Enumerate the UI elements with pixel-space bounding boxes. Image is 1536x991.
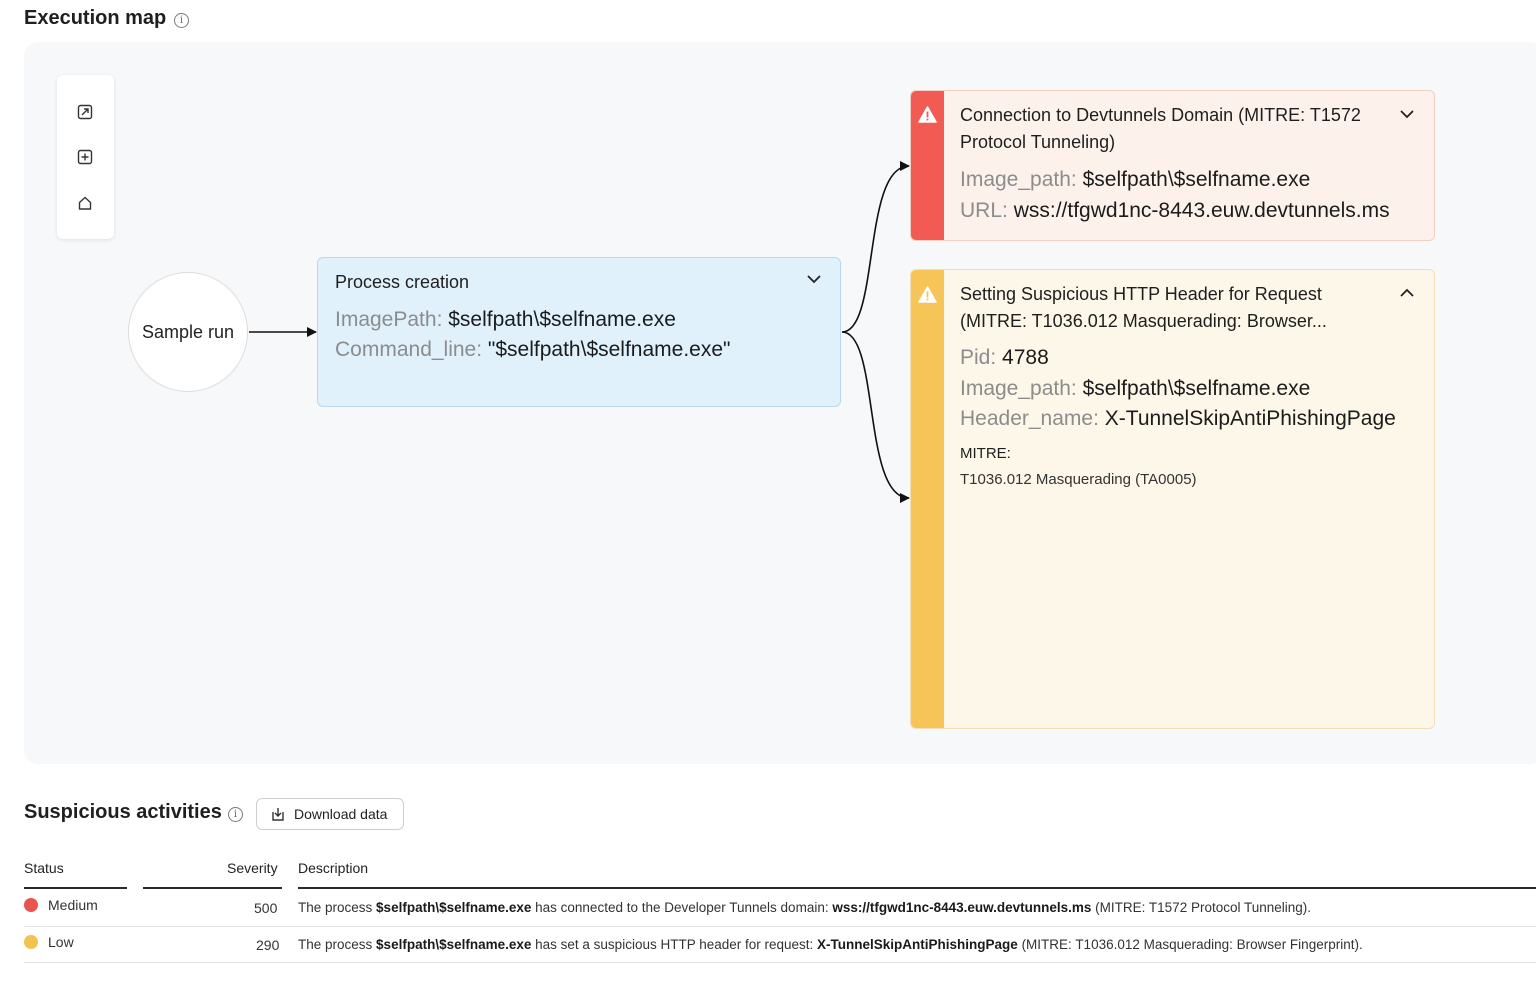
alert-field-pid: Pid: 4788 <box>960 346 1049 369</box>
download-icon <box>272 808 284 821</box>
download-data-label: Download data <box>294 806 388 822</box>
column-header-description[interactable]: Description <box>298 860 368 876</box>
process-field-imagepath: ImagePath: $selfpath\$selfname.exe <box>335 308 676 331</box>
chevron-down-icon[interactable] <box>807 274 821 284</box>
severity-stripe-low <box>911 270 944 728</box>
column-underline <box>24 887 127 889</box>
alert-field-header-name: Header_name: X-TunnelSkipAntiPhishingPag… <box>960 407 1396 430</box>
row-divider <box>24 962 1536 963</box>
column-header-severity[interactable]: Severity <box>227 860 278 876</box>
alert-field-image-path: Image_path: $selfpath\$selfname.exe <box>960 168 1311 191</box>
medium-status-icon <box>24 898 38 912</box>
alert-title: Connection to Devtunnels Domain (MITRE: … <box>960 105 1361 152</box>
low-status-icon <box>24 935 38 949</box>
zoom-in-icon[interactable] <box>75 147 95 167</box>
description-cell: The process $selfpath\$selfname.exe has … <box>298 900 1312 915</box>
column-underline <box>298 887 1536 889</box>
mitre-technique: T1036.012 Masquerading (TA0005) <box>960 471 1197 488</box>
alert-field-url: URL: wss://tfgwd1nc-8443.euw.devtunnels.… <box>960 199 1390 222</box>
map-toolbar <box>57 75 114 239</box>
info-icon[interactable]: i <box>228 807 243 822</box>
table-row[interactable]: Low 290 The process $selfpath\$selfname.… <box>24 927 1536 963</box>
description-cell: The process $selfpath\$selfname.exe has … <box>298 937 1363 952</box>
edge-process-to-alert-red <box>841 161 910 333</box>
download-data-button[interactable]: Download data <box>256 798 404 830</box>
process-creation-card[interactable]: Process creation ImagePath: $selfpath\$s… <box>317 257 841 407</box>
alert-card-devtunnels[interactable]: Connection to Devtunnels Domain (MITRE: … <box>910 90 1435 241</box>
fit-view-icon[interactable] <box>75 102 95 122</box>
edge-process-to-alert-yellow <box>841 331 910 503</box>
process-card-title: Process creation <box>335 272 470 292</box>
process-field-command-line: Command_line: "$selfpath\$selfname.exe" <box>335 338 731 361</box>
home-icon[interactable] <box>75 193 95 213</box>
severity-cell: 500 <box>254 900 278 916</box>
status-cell: Medium <box>48 897 98 913</box>
suspicious-activities-title: Suspicious activities <box>24 801 222 823</box>
alert-field-image-path: Image_path: $selfpath\$selfname.exe <box>960 377 1311 400</box>
alert-title: Setting Suspicious HTTP Header for Reque… <box>960 284 1327 331</box>
warning-icon <box>918 286 937 303</box>
severity-cell: 290 <box>256 937 280 953</box>
chevron-down-icon[interactable] <box>1400 109 1414 119</box>
mitre-label: MITRE: <box>960 445 1011 462</box>
table-row[interactable]: Medium 500 The process $selfpath\$selfna… <box>24 890 1536 926</box>
status-cell: Low <box>48 934 74 950</box>
warning-icon <box>918 106 937 123</box>
sample-run-label: Sample run <box>141 321 235 342</box>
sample-run-node[interactable]: Sample run <box>128 272 248 392</box>
alert-card-http-header[interactable]: Setting Suspicious HTTP Header for Reque… <box>910 269 1435 729</box>
column-header-status[interactable]: Status <box>24 860 64 876</box>
chevron-up-icon[interactable] <box>1400 288 1414 298</box>
column-underline <box>143 887 282 889</box>
